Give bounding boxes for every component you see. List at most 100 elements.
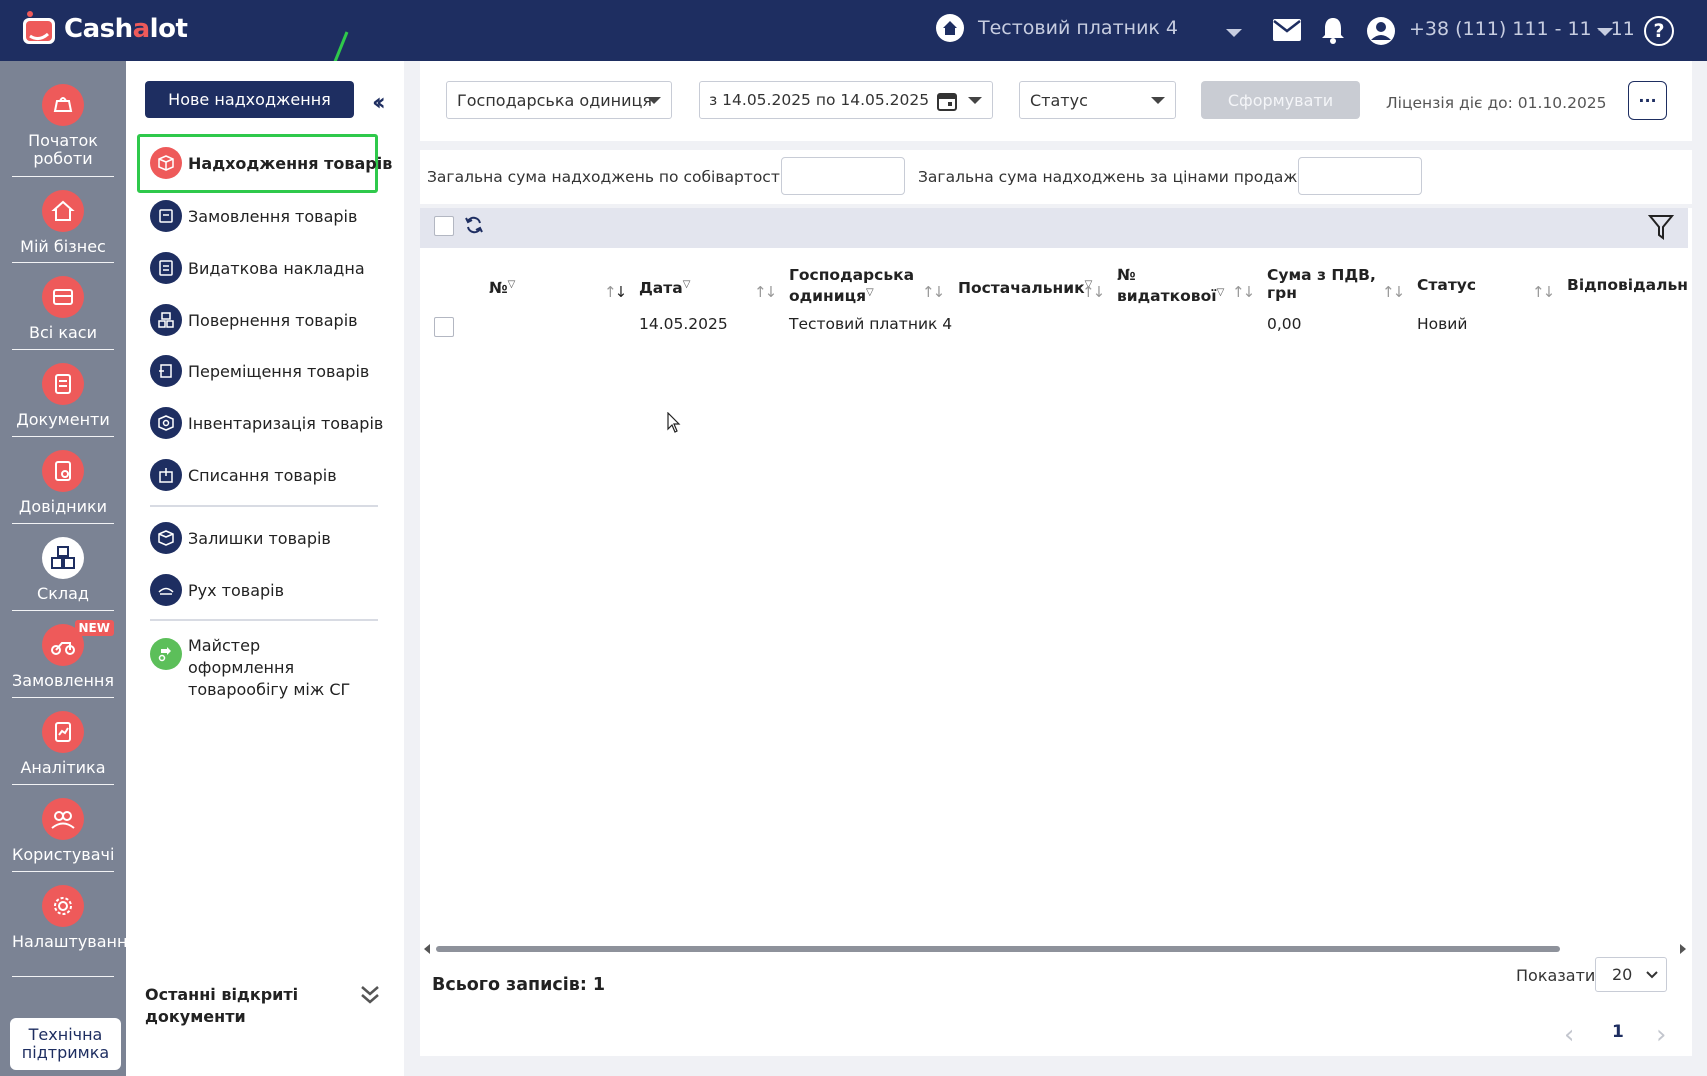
generate-button[interactable]: Сформувати	[1201, 81, 1360, 119]
next-page-chevron-icon[interactable]: ›	[1656, 1020, 1666, 1050]
cell-date[interactable]: 14.05.2025	[639, 315, 728, 333]
rail-label: Довідники	[18, 497, 108, 516]
refresh-icon[interactable]	[464, 215, 484, 235]
mail-icon[interactable]	[1273, 19, 1301, 41]
help-icon[interactable]: ?	[1644, 16, 1674, 46]
rail-item-orders[interactable]: NEW Замовлення	[12, 620, 114, 690]
column-header-supplier[interactable]: Постачальник▽	[958, 276, 1092, 297]
write-off-box-icon	[150, 459, 182, 491]
scroll-left-arrow-icon[interactable]	[424, 944, 430, 954]
rail-label: Замовлення	[12, 671, 114, 690]
column-header-business-unit[interactable]: Господарська одиниця▽	[789, 266, 914, 305]
filter-funnel-icon[interactable]	[1648, 213, 1674, 241]
column-header-number[interactable]: №▽	[489, 276, 515, 297]
home-icon	[936, 14, 964, 42]
sidebar-item-goods-return[interactable]: Повернення товарів	[150, 304, 358, 336]
sale-total-field[interactable]	[1298, 157, 1422, 195]
sort-arrows-icon[interactable]: ↑↓	[604, 283, 627, 301]
sidebar-item-label: Повернення товарів	[188, 310, 358, 330]
rail-item-warehouse[interactable]: Склад	[12, 537, 114, 603]
rail-label: Початок роботи	[28, 131, 98, 168]
cell-status[interactable]: Новий	[1417, 315, 1467, 333]
rail-item-getting-started[interactable]: Початок роботи	[12, 84, 114, 168]
logo-text: Cashalot	[64, 14, 188, 44]
user-avatar-icon[interactable]	[1366, 16, 1396, 46]
sidebar-item-label: Списання товарів	[188, 465, 337, 485]
scrollbar-thumb[interactable]	[436, 946, 1560, 952]
rail-label: Склад	[37, 584, 89, 603]
sort-arrows-icon[interactable]: ↑↓	[1382, 283, 1405, 301]
column-header-invoice-number[interactable]: № видаткової▽	[1117, 266, 1224, 305]
documents-icon	[42, 363, 84, 405]
home-icon	[42, 190, 84, 232]
expand-recent-chevron-icon[interactable]	[360, 984, 380, 1006]
rail-item-my-business[interactable]: Мій бізнес	[12, 190, 114, 256]
rail-item-users[interactable]: Користувачі	[12, 798, 114, 864]
row-checkbox[interactable]	[434, 317, 454, 337]
rail-item-documents[interactable]: Документи	[12, 363, 114, 429]
cell-business-unit[interactable]: Тестовий платник 4	[789, 315, 952, 333]
more-options-button[interactable]: ···	[1628, 81, 1667, 120]
license-info: Ліцензія діє до: 01.10.2025	[1386, 94, 1607, 112]
sidebar-item-goods-order[interactable]: Замовлення товарів	[150, 200, 357, 232]
current-page[interactable]: 1	[1612, 1022, 1624, 1042]
sidebar-item-inventory[interactable]: Інвентаризація товарів	[150, 407, 383, 439]
rail-label: Всі каси	[29, 323, 97, 342]
recent-documents-title: Останні відкриті документи	[145, 985, 299, 1026]
status-select-value: Статус	[1030, 90, 1088, 110]
cost-total-field[interactable]	[781, 157, 905, 195]
rail-label: Документи	[16, 410, 110, 429]
page-size-select[interactable]: 20	[1595, 957, 1667, 992]
collapse-sidebar-icon[interactable]: ‹‹	[372, 88, 386, 116]
sort-arrows-icon[interactable]: ↑↓	[754, 283, 777, 301]
sort-arrows-icon[interactable]: ↑↓	[1232, 283, 1255, 301]
column-header-status[interactable]: Статус	[1417, 276, 1476, 294]
sidebar-item-trade-wizard[interactable]: Майстер оформлення товарообігу між СГ	[150, 635, 368, 701]
table-toolbar	[420, 208, 1688, 248]
new-receipt-button[interactable]: Нове надходження	[145, 81, 354, 118]
cashalot-logo[interactable]: Cashalot	[20, 10, 188, 48]
cell-sum-vat[interactable]: 0,00	[1267, 315, 1302, 333]
rail-label: Налаштування	[12, 932, 138, 951]
invoice-icon	[150, 252, 182, 284]
business-unit-select[interactable]: Господарська одиниця	[446, 81, 672, 119]
company-dropdown-caret-icon[interactable]	[1226, 29, 1242, 37]
company-selector[interactable]: Тестовий платник 4	[936, 14, 1178, 42]
rail-item-reference-books[interactable]: Довідники	[12, 450, 114, 516]
rail-item-analytics[interactable]: Аналітика	[12, 711, 114, 777]
sort-arrows-icon[interactable]: ↑↓	[922, 283, 945, 301]
settings-gear-icon	[42, 885, 84, 927]
user-dropdown-caret-icon[interactable]	[1597, 28, 1613, 36]
scroll-right-arrow-icon[interactable]	[1680, 944, 1686, 954]
sidebar-item-stock-balance[interactable]: Залишки товарів	[150, 522, 331, 554]
select-all-checkbox[interactable]	[434, 216, 454, 236]
column-header-sum-vat[interactable]: Сума з ПДВ, грн	[1267, 266, 1377, 302]
bell-icon[interactable]	[1321, 16, 1345, 44]
chevron-down-icon	[1646, 971, 1658, 979]
sort-arrows-icon[interactable]: ↑↓	[1082, 283, 1105, 301]
movement-icon	[150, 574, 182, 606]
sidebar-item-goods-transfer[interactable]: Переміщення товарів	[150, 355, 369, 387]
sidebar-item-goods-receipt[interactable]: Надходження товарів	[150, 147, 392, 179]
calendar-icon[interactable]	[936, 90, 958, 112]
chevron-down-icon	[1151, 97, 1165, 104]
rail-label: Аналітика	[20, 758, 106, 777]
company-name: Тестовий платник 4	[978, 17, 1179, 39]
sidebar-item-expense-invoice[interactable]: Видаткова накладна	[150, 252, 365, 284]
rail-divider	[12, 262, 114, 263]
sort-arrows-icon[interactable]: ↑↓	[1532, 283, 1555, 301]
sidebar-item-write-off[interactable]: Списання товарів	[150, 459, 337, 491]
sidebar-divider	[150, 505, 378, 507]
column-header-responsible[interactable]: Відповідальний	[1567, 276, 1688, 294]
date-range-picker[interactable]: з 14.05.2025 по 14.05.2025	[699, 81, 993, 119]
transfer-icon	[150, 355, 182, 387]
prev-page-chevron-icon[interactable]: ‹	[1564, 1020, 1574, 1050]
rail-item-settings[interactable]: Налаштування	[12, 885, 137, 951]
sidebar-item-goods-movement[interactable]: Рух товарів	[150, 574, 284, 606]
tech-support-button[interactable]: Технічна підтримка	[10, 1018, 121, 1070]
rail-item-all-registers[interactable]: Всі каси	[12, 276, 114, 342]
new-badge: NEW	[74, 620, 114, 636]
column-header-date[interactable]: Дата▽	[639, 276, 690, 297]
sidebar-item-label: Майстер оформлення товарообігу між СГ	[188, 636, 351, 699]
status-select[interactable]: Статус	[1019, 81, 1176, 119]
